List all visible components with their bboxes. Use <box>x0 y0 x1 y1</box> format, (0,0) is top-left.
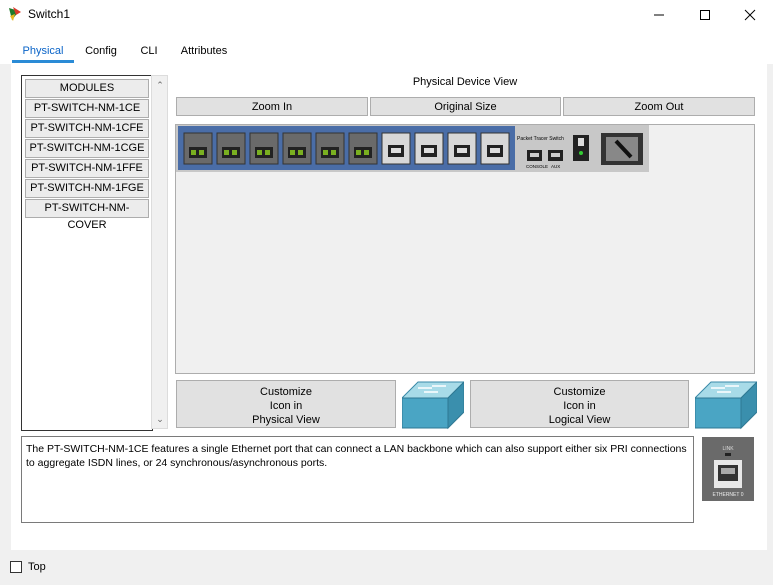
zoom-in-button[interactable]: Zoom In <box>176 97 368 116</box>
customize-physical-line3: Physical View <box>252 414 320 426</box>
console-label: CONSOLE <box>526 164 548 169</box>
app-icon <box>9 7 21 21</box>
close-icon <box>744 9 756 21</box>
ethernet-port-label: ETHERNET 0 <box>712 492 743 498</box>
ethernet-slot-1 <box>381 132 411 165</box>
fiber-slot-5 <box>315 132 345 165</box>
tab-attributes[interactable]: Attributes <box>172 40 236 62</box>
modules-header: MODULES <box>25 79 149 98</box>
fiber-slot-6 <box>348 132 378 165</box>
console-port <box>527 150 542 161</box>
physical-switch-icon[interactable] <box>402 380 464 430</box>
aux-label: AUX <box>551 164 560 169</box>
module-item[interactable]: PT-SWITCH-NM-1FFE <box>25 159 149 178</box>
ethernet-slot-4 <box>480 132 510 165</box>
modules-scrollbar[interactable]: ⌃ ⌄ <box>151 75 168 429</box>
ethernet-slot-2 <box>414 132 444 165</box>
fiber-slot-1 <box>183 132 213 165</box>
minimize-icon <box>654 14 664 16</box>
customize-logical-line2: Icon in <box>563 400 596 412</box>
fiber-slot-3 <box>249 132 279 165</box>
customize-physical-icon-button[interactable]: Customize Icon in Physical View <box>176 380 396 428</box>
module-item[interactable]: PT-SWITCH-NM-1FGE <box>25 179 149 198</box>
ethernet-port-image: LINK ETHERNET 0 <box>702 437 754 501</box>
power-connector-icon <box>601 133 643 165</box>
module-item[interactable]: PT-SWITCH-NM-1CFE <box>25 119 149 138</box>
fiber-slot-4 <box>282 132 312 165</box>
logical-switch-icon[interactable] <box>695 380 757 430</box>
device-label: Packet Tracer Switch <box>517 136 564 142</box>
ethernet-slot-3 <box>447 132 477 165</box>
customize-logical-line3: Logical View <box>548 414 611 426</box>
device-viewport[interactable]: Packet Tracer Switch CONSOLE AUX <box>175 124 755 374</box>
tab-strip: Physical Config CLI Attributes <box>0 28 773 64</box>
minimize-button[interactable] <box>636 0 682 28</box>
tab-physical[interactable]: Physical <box>12 40 74 63</box>
device-view-title: Physical Device View <box>412 76 518 88</box>
scroll-up-icon[interactable]: ⌃ <box>154 79 166 91</box>
tab-config[interactable]: Config <box>78 40 124 62</box>
aux-port <box>548 150 563 161</box>
customize-logical-icon-button[interactable]: Customize Icon in Logical View <box>470 380 689 428</box>
modules-list[interactable]: MODULES PT-SWITCH-NM-1CE PT-SWITCH-NM-1C… <box>21 75 153 431</box>
module-item[interactable]: PT-SWITCH-NM-1CGE <box>25 139 149 158</box>
title-bar: Switch1 <box>0 0 773 28</box>
fiber-slot-2 <box>216 132 246 165</box>
close-button[interactable] <box>727 0 773 28</box>
maximize-button[interactable] <box>682 0 728 28</box>
customize-physical-line2: Icon in <box>269 400 303 412</box>
zoom-out-button[interactable]: Zoom Out <box>563 97 755 116</box>
window-title: Switch1 <box>28 7 71 21</box>
customize-physical-line1: Customize <box>260 386 312 398</box>
customize-logical-line1: Customize <box>553 386 606 398</box>
switch-device-image: Packet Tracer Switch CONSOLE AUX <box>176 125 649 172</box>
module-item[interactable]: PT-SWITCH-NM-1CE <box>25 99 149 118</box>
tab-cli[interactable]: CLI <box>130 40 168 62</box>
power-switch-icon <box>573 135 589 161</box>
module-description: The PT-SWITCH-NM-1CE features a single E… <box>21 436 694 523</box>
top-label: Top <box>28 561 46 573</box>
scroll-down-icon[interactable]: ⌄ <box>154 413 166 425</box>
link-label: LINK <box>722 446 734 452</box>
top-checkbox[interactable] <box>10 561 22 573</box>
maximize-icon <box>700 10 710 20</box>
module-item[interactable]: PT-SWITCH-NM-COVER <box>25 199 149 231</box>
original-size-button[interactable]: Original Size <box>370 97 561 116</box>
